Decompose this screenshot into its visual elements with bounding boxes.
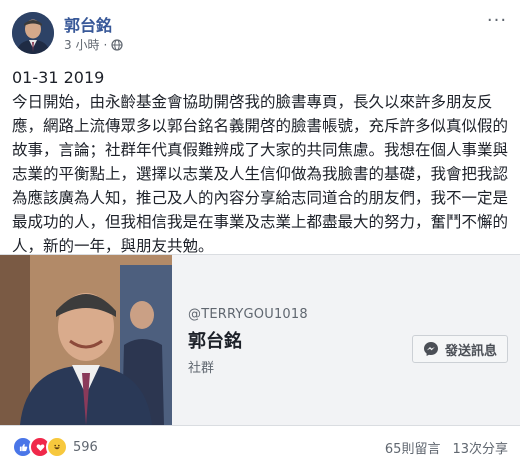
reactions-summary[interactable]: 596 xyxy=(12,436,98,458)
send-message-label: 發送訊息 xyxy=(444,343,497,359)
globe-icon[interactable] xyxy=(111,38,123,51)
post-meta: 3 小時 · xyxy=(64,36,123,53)
shares-count[interactable]: 13次分享 xyxy=(452,438,508,457)
author-avatar[interactable] xyxy=(12,12,54,54)
reaction-count[interactable]: 596 xyxy=(73,440,98,455)
haha-icon xyxy=(46,436,68,458)
post-date-line: 01-31 2019 xyxy=(12,68,105,87)
send-message-button[interactable]: 發送訊息 xyxy=(411,335,508,363)
post-timestamp[interactable]: 3 小時 xyxy=(64,36,99,53)
more-options-icon[interactable]: ··· xyxy=(484,10,510,31)
page-preview-card[interactable]: @TERRYGOU1018 郭台銘 社群 發送訊息 xyxy=(0,254,520,426)
post-body-text: 今日開始，由永齡基金會協助開啓我的臉書專頁，長久以來許多朋友反應，網路上流傳眾多… xyxy=(12,93,509,255)
page-handle[interactable]: @TERRYGOU1018 xyxy=(188,307,308,322)
author-name[interactable]: 郭台銘 xyxy=(64,12,112,36)
page-name[interactable]: 郭台銘 xyxy=(188,327,242,353)
page-profile-photo[interactable] xyxy=(0,255,172,425)
facebook-post: 郭台銘 3 小時 · ··· 01-31 2019 今日開始，由永齡基金會協助開… xyxy=(0,0,520,467)
page-category: 社群 xyxy=(188,361,215,376)
comments-count[interactable]: 65則留言 xyxy=(385,438,441,457)
messenger-icon xyxy=(423,342,438,356)
post-stats: 65則留言 13次分享 xyxy=(385,438,508,457)
